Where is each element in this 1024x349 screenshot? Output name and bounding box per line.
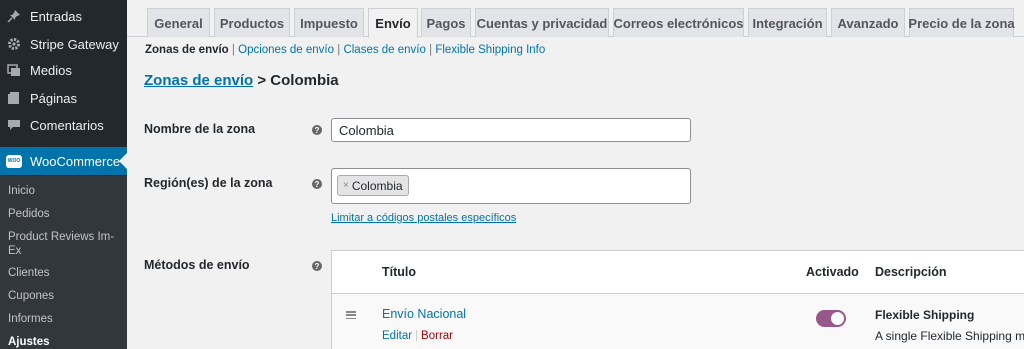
tab-impuesto[interactable]: Impuesto <box>294 8 364 37</box>
column-enabled: Activado <box>806 265 859 279</box>
column-title: Título <box>382 265 417 279</box>
submenu-item-inicio[interactable]: Inicio <box>8 184 120 198</box>
sidebar-item-label: Comentarios <box>30 117 104 133</box>
sidebar-item-label: Medios <box>30 62 72 78</box>
subsection-opciones-envio[interactable]: Opciones de envío <box>238 44 334 56</box>
sidebar-item-medios[interactable]: Medios <box>0 56 127 84</box>
tab-general[interactable]: General <box>147 8 210 37</box>
sidebar-item-paginas[interactable]: Páginas <box>0 84 127 112</box>
region-chip-label: Colombia <box>351 178 403 193</box>
settings-tabs: General Productos Impuesto Envío Pagos C… <box>127 0 1024 38</box>
submenu-item-product-reviews[interactable]: Product Reviews Im-Ex <box>8 230 120 258</box>
admin-sidebar: Entradas Stripe Gateway Medios Páginas C… <box>0 0 127 349</box>
region-chip: × Colombia <box>337 175 409 196</box>
method-description: A single Flexible Shipping me <box>875 329 1024 343</box>
chip-remove-icon[interactable]: × <box>343 180 349 191</box>
method-type: Flexible Shipping <box>875 308 975 322</box>
subsection-separator: | <box>429 44 433 56</box>
subsection-flexible-shipping-info[interactable]: Flexible Shipping Info <box>435 44 545 56</box>
tab-envio[interactable]: Envío <box>368 8 418 38</box>
delete-link[interactable]: Borrar <box>421 330 453 342</box>
method-enabled-toggle[interactable] <box>816 310 846 327</box>
submenu-item-informes[interactable]: Informes <box>8 312 120 326</box>
subsection-separator: | <box>337 44 341 56</box>
tab-pagos[interactable]: Pagos <box>421 8 471 37</box>
tab-cuentas-privacidad[interactable]: Cuentas y privacidad <box>475 8 609 37</box>
subsection-zonas-envio: Zonas de envío <box>145 44 229 56</box>
submenu-item-clientes[interactable]: Clientes <box>8 266 120 280</box>
sidebar-item-label: Stripe Gateway <box>30 36 119 52</box>
woocommerce-submenu: Inicio Pedidos Product Reviews Im-Ex Cli… <box>0 176 127 349</box>
zone-region-label: Región(es) de la zona <box>144 176 273 190</box>
table-header: Título Activado Descripción <box>332 251 1024 294</box>
gear-icon <box>6 36 22 52</box>
sidebar-item-comentarios[interactable]: Comentarios <box>0 111 127 139</box>
column-description: Descripción <box>875 265 947 279</box>
help-icon[interactable]: ? <box>312 261 322 271</box>
submenu-item-pedidos[interactable]: Pedidos <box>8 207 120 221</box>
sidebar-item-label: WooCommerce <box>30 153 121 169</box>
breadcrumb-zones-link[interactable]: Zonas de envío <box>144 72 253 89</box>
media-icon <box>6 62 22 78</box>
toggle-knob <box>831 312 844 325</box>
subsection-separator: | <box>231 44 235 56</box>
limit-postcodes-link[interactable]: Limitar a códigos postales específicos <box>331 212 516 224</box>
submenu-item-cupones[interactable]: Cupones <box>8 289 120 303</box>
breadcrumb: Zonas de envío > Colombia <box>144 72 339 89</box>
tab-integracion[interactable]: Integración <box>748 8 827 37</box>
shipping-methods-label: Métodos de envío <box>144 258 250 272</box>
sidebar-item-woocommerce[interactable]: WOO WooCommerce <box>0 147 127 175</box>
tab-precio-zona[interactable]: Precio de la zona <box>908 8 1015 37</box>
sidebar-item-entradas[interactable]: Entradas <box>0 2 127 30</box>
help-icon[interactable]: ? <box>312 125 322 135</box>
sidebar-item-label: Páginas <box>30 90 77 106</box>
sidebar-item-stripe-gateway[interactable]: Stripe Gateway <box>0 30 127 58</box>
shipping-subsections: Zonas de envío | Opciones de envío | Cla… <box>145 44 545 56</box>
tab-avanzado[interactable]: Avanzado <box>831 8 905 37</box>
pages-icon <box>6 90 22 106</box>
shipping-methods-table: Título Activado Descripción Envío Nacion… <box>331 250 1024 349</box>
breadcrumb-current: > Colombia <box>257 72 339 89</box>
drag-handle-icon[interactable] <box>346 311 356 319</box>
zone-region-select[interactable]: × Colombia <box>331 168 691 204</box>
table-row: Envío Nacional Editar | Borrar Flexible Sh… <box>332 294 1024 349</box>
subsection-clases-envio[interactable]: Clases de envío <box>343 44 425 56</box>
zone-name-input[interactable] <box>331 118 691 142</box>
tab-correos-electronicos[interactable]: Correos electrónicos <box>613 8 744 37</box>
row-actions: Editar | Borrar <box>382 330 453 342</box>
method-title-link[interactable]: Envío Nacional <box>382 307 466 321</box>
submenu-item-ajustes[interactable]: Ajustes <box>8 335 120 349</box>
edit-link[interactable]: Editar <box>382 330 412 342</box>
row-actions-separator: | <box>415 330 419 342</box>
zone-name-label: Nombre de la zona <box>144 122 256 136</box>
tab-productos[interactable]: Productos <box>214 8 290 37</box>
woocommerce-icon: WOO <box>6 153 22 169</box>
sidebar-item-label: Entradas <box>30 8 83 24</box>
comments-icon <box>6 117 22 133</box>
pin-icon <box>6 8 22 24</box>
help-icon[interactable]: ? <box>312 179 322 189</box>
